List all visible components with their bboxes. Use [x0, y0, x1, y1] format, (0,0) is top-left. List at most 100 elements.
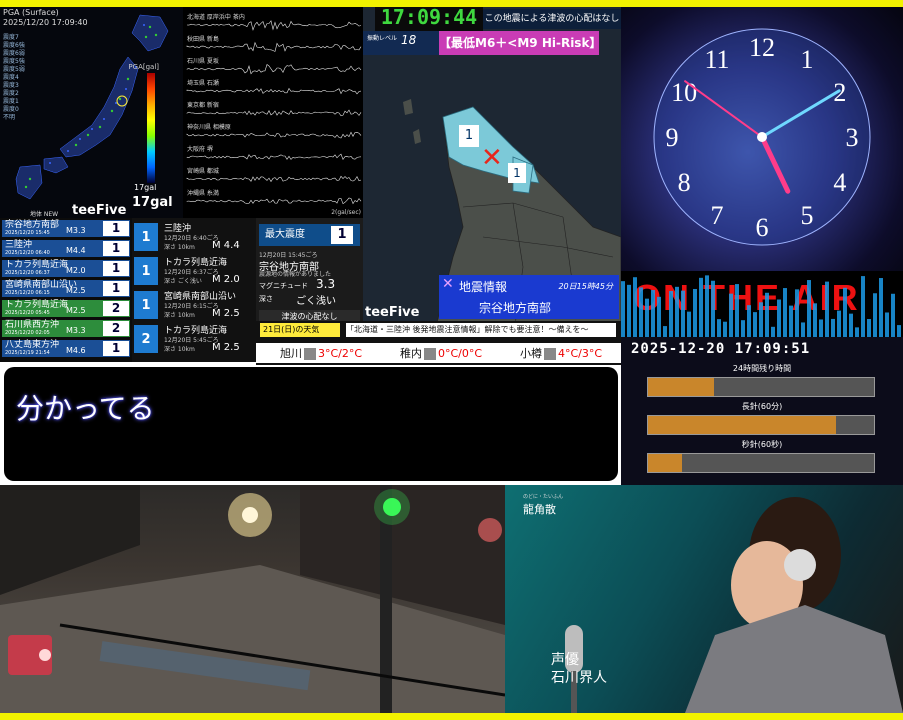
eq-name: トカラ列島近海 [5, 300, 69, 310]
eq-intensity: 1 [103, 241, 129, 256]
waveform-station-label: 秋田県 新島 [187, 36, 219, 43]
eq-list-row: トカラ列島近海 2025/12/20 06:37 M2.0 1 [2, 260, 130, 277]
cloud-snow-icon [424, 348, 436, 360]
audio-meter-bar [681, 290, 685, 337]
caption-name: 石川界人 [551, 670, 607, 686]
quake-info-date: 20日15時45分 [558, 282, 613, 291]
eq-detail-time: 12月20日 6:37ごろ [164, 269, 219, 276]
news-ticker: 「北海道・三陸沖 後発地震注意情報」解除でも要注意！〜備えを〜 [346, 323, 616, 337]
city-temp: 4°C/3°C [558, 347, 603, 360]
intensity-map-brand: teeFive [72, 203, 127, 218]
timer-bar [647, 453, 875, 473]
studio-camera-feed: のどに・たいふん 龍角散 声優 石川界人 [505, 485, 903, 713]
eq-date: 2025/12/20 06:37 [5, 270, 50, 276]
regional-map-brand: teeFive [365, 305, 420, 320]
eq-detail-time: 12月20日 6:40ごろ [164, 235, 219, 242]
timer-label: 24時間残り時間 [732, 364, 792, 373]
magnitude-value: 3.3 [316, 277, 336, 291]
audio-meter-bar [777, 299, 781, 337]
city-temp: 3°C/2°C [318, 347, 363, 360]
waveform-station-label: 神奈川県 相模原 [187, 124, 231, 131]
audio-meter-bar [663, 326, 667, 337]
timer-label: 長針(60分) [741, 402, 783, 411]
audio-meter-bar [897, 325, 901, 337]
audio-meter-bar [711, 280, 715, 337]
eq-list-row: 宮崎県南部山沿い 2025/12/20 06:15 M2.5 1 [2, 280, 130, 297]
eq-magnitude: M4.6 [66, 346, 86, 355]
depth-label: 深さ [259, 295, 273, 303]
eq-detail-magnitude: M 2.5 [212, 342, 240, 353]
eq-magnitude: M2.5 [66, 286, 86, 295]
audio-meter-bar [867, 319, 871, 337]
quake-info-title: 地震情報 [459, 280, 508, 294]
city-temp: 0°C/0°C [438, 347, 483, 360]
eq-date: 2025/12/20 02:05 [5, 330, 50, 336]
waveform-station-label: 大阪府 堺 [187, 146, 213, 153]
city-name: 旭川 [280, 347, 302, 360]
audio-meter-bar [669, 291, 673, 337]
audio-meter-bar [783, 288, 787, 337]
city-name: 小樽 [520, 347, 542, 360]
weather-city: 稚内 0°C/0°C [400, 345, 482, 361]
audio-meter-bar [891, 293, 895, 337]
audio-meter-bar [801, 322, 805, 337]
analog-clock-face: 12 1234567891011 [653, 28, 871, 246]
timer-label: 秒針(60秒) [741, 440, 783, 449]
digital-clock: 17:09:44 [375, 7, 483, 31]
street-camera-icon [0, 485, 505, 713]
clock-numeral: 7 [711, 201, 724, 230]
timer-bar [647, 415, 875, 435]
x-mark-icon: ✕ [442, 276, 454, 292]
waveform-station-label: 沖縄県 糸満 [187, 190, 219, 197]
eq-detail-item: 1 宮崎県南部山沿い 12月20日 6:15ごろ 深さ 10km M 2.5 [132, 288, 256, 322]
audio-meter-bar [849, 313, 853, 337]
audio-meter-bar [639, 287, 643, 337]
on-air-banner: ON THE AIR [621, 271, 903, 337]
eq-magnitude: M3.3 [66, 226, 86, 235]
eq-list-row: 八丈島東方沖 2025/12/19 21:54 M4.6 1 [2, 340, 130, 357]
caption-role: 声優 [551, 652, 579, 668]
audio-meter-bar [627, 284, 631, 337]
audio-meter-bar [765, 292, 769, 337]
eq-list-row: トカラ列島近海 2025/12/20 05:45 M2.5 2 [2, 300, 130, 317]
waveform-unit: 2(gal/sec) [331, 209, 361, 216]
top-frame [0, 0, 903, 7]
eq-date: 2025/12/20 06:40 [5, 250, 50, 256]
pga-color-scale [147, 73, 155, 183]
audio-meter-bar [747, 305, 751, 337]
studio-logo: 龍角散 [523, 503, 556, 516]
eq-magnitude: M2.0 [66, 266, 86, 275]
intensity-marker-2: 1 [508, 163, 526, 183]
clock-numeral: 1 [801, 45, 814, 74]
max-intensity-value: 1 [331, 226, 353, 244]
timer-bar [647, 377, 875, 397]
clock-numeral: 9 [666, 123, 679, 152]
eq-list-row: 宗谷地方南部 2025/12/20 15:45 M3.3 1 [2, 220, 130, 237]
audio-meter-bar [759, 302, 763, 337]
audio-meter-bar [771, 326, 775, 337]
timer-bar-fill [648, 378, 714, 396]
intensity-map-brand-sub: 地体 NEW [30, 211, 59, 218]
depth-value: ごく浅い [296, 296, 336, 307]
clock-numeral: 10 [671, 78, 697, 107]
eq-name: 石川県西方沖 [5, 320, 60, 330]
level-value: 18 [401, 33, 417, 47]
weather-cities: 旭川 3°C/2°C 稚内 0°C/0°C 小樽 4°C/3°C [256, 343, 621, 363]
intensity-marker-1: 1 [459, 125, 479, 147]
audio-meter-bar [687, 311, 691, 337]
eq-detail-magnitude: M 2.0 [212, 274, 240, 285]
epicenter-x-icon: ✕ [481, 143, 503, 173]
eq-detail-depth: 深さ 10km [164, 244, 195, 251]
audio-meter-bar [741, 320, 745, 337]
earthquake-list: 宗谷地方南部 2025/12/20 15:45 M3.3 1 三陸沖 2025/12/20… [0, 218, 132, 362]
subtitle-inner: 分かってる [4, 367, 618, 481]
eq-intensity: 1 [103, 261, 129, 276]
waveform-trace [186, 64, 362, 75]
subtitle-text: 分かってる [16, 392, 155, 425]
eq-detail-magnitude: M 4.4 [212, 240, 240, 251]
weather-city: 旭川 3°C/2°C [280, 345, 362, 361]
waveform-trace [186, 109, 362, 117]
eq-detail-intensity: 1 [134, 223, 158, 251]
waveform-station-label: 石川県 夏坂 [187, 58, 219, 65]
audio-meter-bar [753, 312, 757, 337]
